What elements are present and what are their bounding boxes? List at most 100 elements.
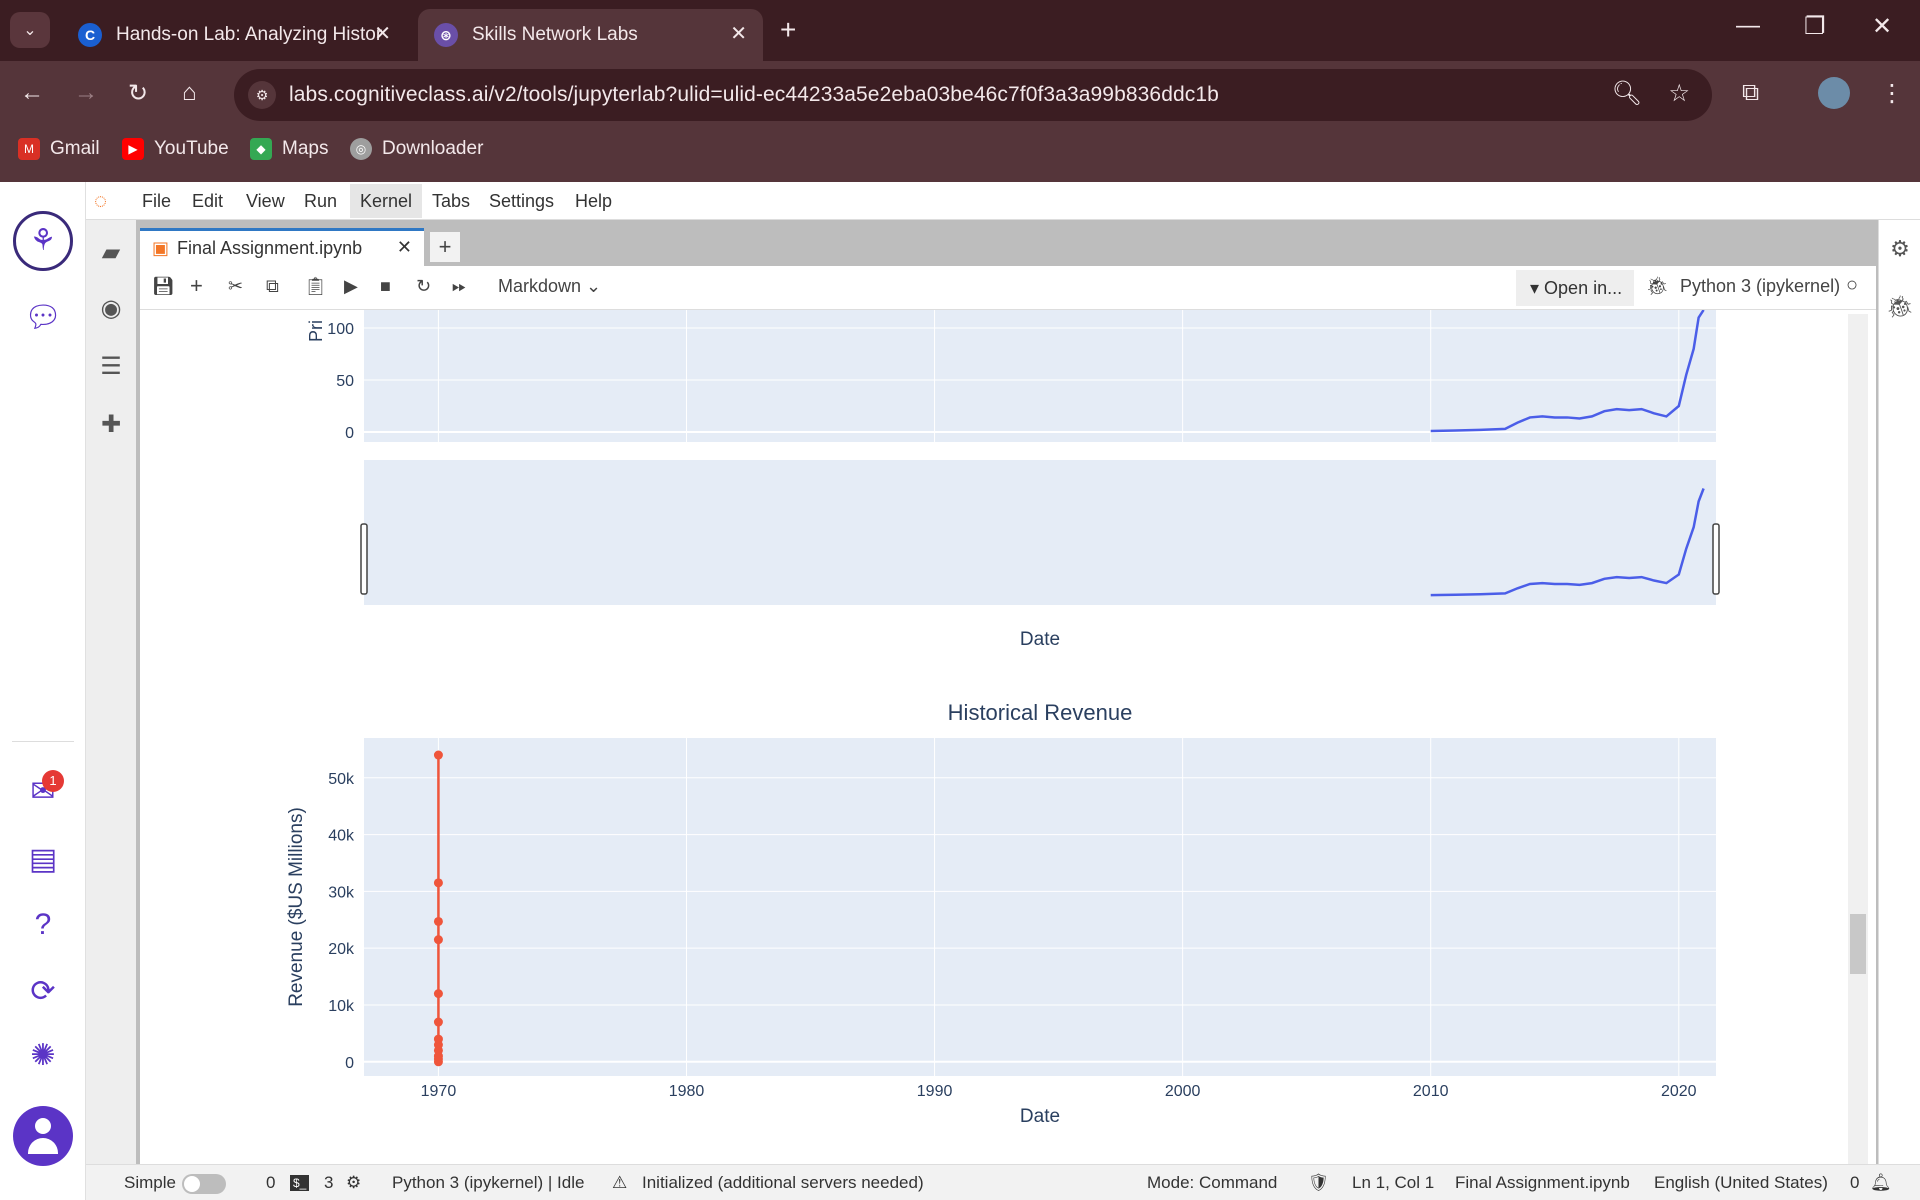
cell-type-select[interactable]: Markdown ⌄ [498, 276, 601, 297]
notification-count[interactable]: 0 [1850, 1173, 1859, 1193]
price-ytick-label: 0 [345, 425, 354, 442]
cut-icon[interactable]: ✂ [228, 276, 243, 297]
minimize-icon[interactable]: — [1736, 12, 1760, 40]
news-icon[interactable]: ▤ [0, 842, 86, 877]
toc-icon[interactable]: ☰ [86, 352, 136, 381]
jupyter-left-sidebar: ▰ ◉ ☰ ✚ [86, 220, 136, 1200]
extension-icon[interactable]: ✚ [86, 410, 136, 439]
notebook-tab[interactable]: ▣ Final Assignment.ipynb ✕ [140, 228, 424, 266]
home-icon[interactable]: ⌂ [182, 79, 197, 107]
property-inspector-icon[interactable]: ⚙ [1879, 236, 1920, 262]
menu-view[interactable]: View [246, 191, 285, 212]
range-slider-right-handle[interactable] [1712, 523, 1720, 595]
simple-mode-toggle[interactable]: Simple [124, 1173, 226, 1194]
running-icon[interactable]: ◉ [86, 294, 136, 323]
scrollbar-thumb[interactable] [1850, 914, 1866, 974]
menu-file[interactable]: File [142, 191, 171, 212]
range-slider-left-handle[interactable] [360, 523, 368, 595]
open-in-button[interactable]: ▾ Open in... [1516, 270, 1634, 306]
tab-search-button[interactable]: ⌄ [10, 12, 50, 48]
bookmark-maps[interactable]: ◆ Maps [250, 138, 328, 160]
menu-tabs[interactable]: Tabs [432, 191, 470, 212]
revenue-ytick-label: 40k [328, 828, 355, 845]
revenue-xlabel: Date [1020, 1106, 1060, 1127]
help-icon[interactable]: ? [0, 908, 86, 942]
zoom-icon[interactable]: 🔍︎ [1612, 79, 1642, 108]
price-ylabel: Pri [306, 320, 326, 342]
bookmark-youtube[interactable]: ▶ YouTube [122, 138, 229, 160]
price-xlabel: Date [1020, 629, 1060, 650]
notebook-toolbar: 💾︎ + ✂ ⧉ 📋︎ ▶ ■ ↻ ⏩︎ Markdown ⌄ ▾ Open i… [140, 266, 1876, 310]
jupyter-menubar: ◌ File Edit View Run Kernel Tabs Setting… [86, 182, 1920, 220]
revenue-data-point [433, 1034, 443, 1044]
range-slider[interactable] [364, 460, 1716, 605]
price-plot-area [364, 310, 1716, 442]
save-icon[interactable]: 💾︎ [152, 276, 175, 297]
bookmark-star-icon[interactable]: ☆ [1668, 79, 1690, 108]
browser-tab-hands-on-lab[interactable]: C Hands-on Lab: Analyzing Histor ✕ [62, 9, 407, 61]
browser-tab-skills-network[interactable]: ⊛ Skills Network Labs ✕ [418, 9, 763, 61]
user-avatar[interactable] [13, 1106, 73, 1166]
coursera-icon: C [78, 23, 102, 47]
browser-menu-icon[interactable]: ⋮ [1880, 79, 1904, 108]
bookmark-label: Gmail [50, 138, 100, 159]
stop-icon[interactable]: ■ [380, 276, 391, 297]
copy-icon[interactable]: ⧉ [266, 276, 279, 297]
notification-badge: 1 [42, 770, 64, 792]
lsp-icon: ⚠ [612, 1173, 628, 1192]
folder-icon[interactable]: ▰ [86, 238, 136, 267]
kernel-count[interactable]: 3 [324, 1173, 333, 1193]
bell-icon[interactable]: 🔔︎ [1870, 1173, 1892, 1193]
window-close-icon[interactable]: ✕ [1872, 12, 1892, 41]
toggle-switch[interactable] [181, 1173, 226, 1194]
menu-settings[interactable]: Settings [489, 191, 554, 212]
reload-icon[interactable]: ↻ [128, 79, 148, 108]
theme-icon[interactable]: ✺ [0, 1038, 86, 1073]
run-icon[interactable]: ▶ [344, 276, 358, 297]
revenue-xtick-label: 1980 [669, 1083, 705, 1100]
revenue-ytick-label: 20k [328, 941, 355, 958]
cursor-position[interactable]: Ln 1, Col 1 [1352, 1173, 1434, 1193]
revenue-ytick-label: 50k [328, 771, 355, 788]
profile-avatar[interactable] [1818, 77, 1850, 109]
bookmark-gmail[interactable]: M Gmail [18, 138, 100, 160]
lsp-status[interactable]: Initialized (additional servers needed) [642, 1173, 924, 1193]
kernel-status[interactable]: Python 3 (ipykernel) | Idle [392, 1173, 584, 1193]
address-bar[interactable]: ⚙ labs.cognitiveclass.ai/v2/tools/jupyte… [234, 69, 1712, 121]
add-tab-button[interactable]: + [430, 232, 460, 262]
revenue-data-point [433, 989, 443, 999]
insert-cell-icon[interactable]: + [190, 273, 203, 299]
bookmark-downloader[interactable]: ◎ Downloader [350, 138, 483, 160]
trusted-icon: 🛡︎ [1308, 1173, 1330, 1192]
revenue-chart-title: Historical Revenue [948, 700, 1133, 725]
back-icon[interactable]: ← [20, 79, 44, 107]
menu-run[interactable]: Run [304, 191, 337, 212]
restore-icon[interactable]: ❐ [1804, 12, 1826, 41]
close-icon[interactable]: ✕ [374, 21, 391, 46]
menu-kernel[interactable]: Kernel [350, 184, 423, 218]
ai-assistant-icon[interactable]: 💬︎ [0, 300, 86, 335]
menu-help[interactable]: Help [575, 191, 612, 212]
restart-icon[interactable]: ↻ [416, 276, 431, 297]
debugger-panel-icon[interactable]: 🐞︎ [1879, 294, 1920, 320]
terminal-count[interactable]: 0 [266, 1173, 275, 1193]
close-icon[interactable]: ✕ [730, 21, 747, 46]
bookmark-label: Downloader [382, 138, 484, 159]
new-tab-button[interactable]: + [780, 14, 796, 46]
extensions-icon[interactable]: ⧉ [1742, 79, 1759, 107]
skills-network-logo[interactable]: ⚘ [13, 211, 73, 271]
close-icon[interactable]: ✕ [397, 237, 412, 258]
forward-icon[interactable]: → [74, 79, 98, 107]
sync-icon[interactable]: ⟳ [0, 974, 86, 1009]
debugger-icon[interactable]: 🐞︎ [1646, 276, 1669, 297]
menu-edit[interactable]: Edit [192, 191, 223, 212]
run-all-icon[interactable]: ⏩︎ [452, 276, 466, 297]
rail-divider [12, 741, 74, 742]
paste-icon[interactable]: 📋︎ [304, 276, 327, 297]
tab-title: Hands-on Lab: Analyzing Histor [116, 24, 383, 45]
site-info-icon[interactable]: ⚙ [248, 81, 276, 109]
language[interactable]: English (United States) [1654, 1173, 1828, 1193]
notebook-scrollbar[interactable] [1848, 314, 1868, 1172]
kernel-name[interactable]: Python 3 (ipykernel) [1680, 276, 1840, 297]
skills-network-icon: ⊛ [434, 23, 458, 47]
